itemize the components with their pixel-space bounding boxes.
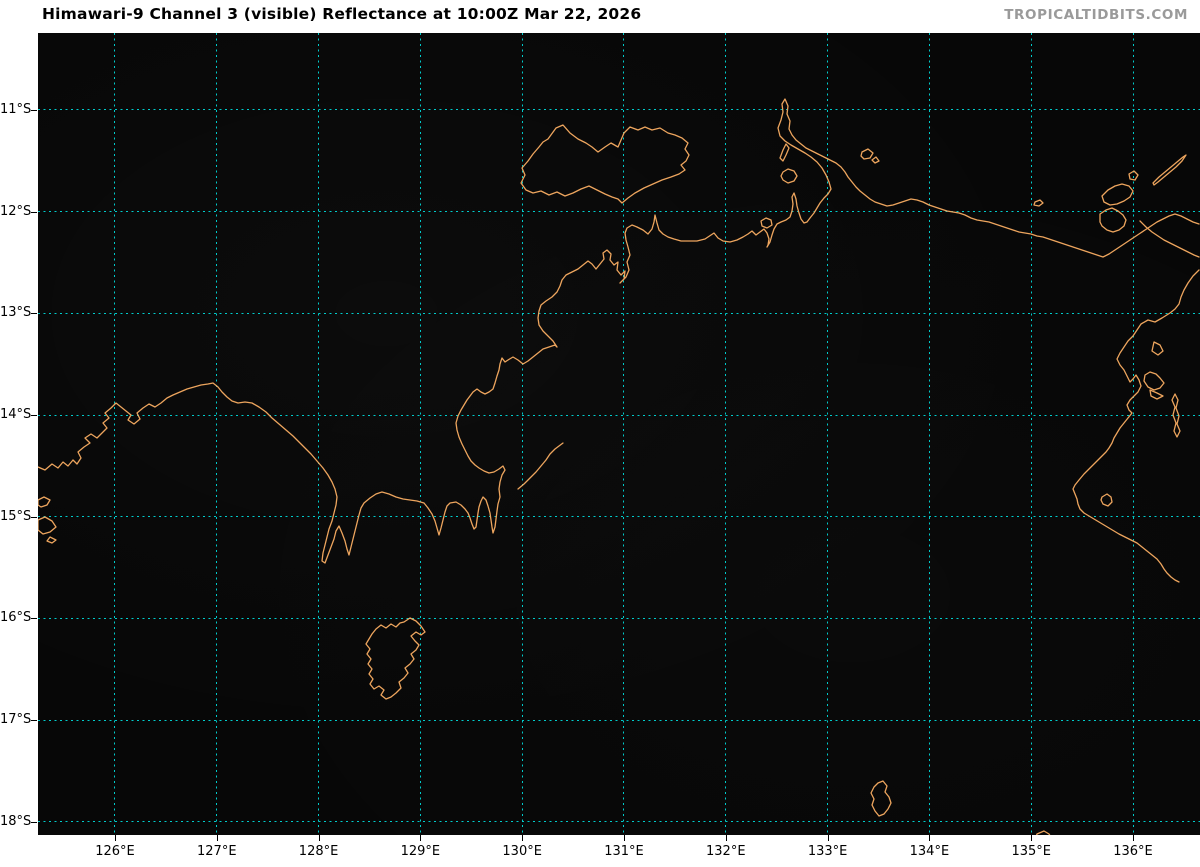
longitude-tick xyxy=(217,835,218,841)
coastline-island-ne-arnhem-b xyxy=(1129,171,1138,180)
latitude-label: 16°S xyxy=(0,610,30,625)
longitude-tick xyxy=(1031,835,1032,841)
longitude-label: 134°E xyxy=(899,844,959,859)
coastline-blue-mud-bay-island-b xyxy=(1150,390,1163,399)
coastline-left-edge-island-a xyxy=(38,497,50,507)
longitude-label: 129°E xyxy=(390,844,450,859)
longitude-tick xyxy=(1133,835,1134,841)
latitude-label: 14°S xyxy=(0,407,30,422)
latitude-tick xyxy=(31,415,37,416)
header-bar: Himawari-9 Channel 3 (visible) Reflectan… xyxy=(0,0,1200,33)
longitude-tick xyxy=(319,835,320,841)
page-title: Himawari-9 Channel 3 (visible) Reflectan… xyxy=(42,5,641,23)
longitude-label: 127°E xyxy=(187,844,247,859)
longitude-tick xyxy=(624,835,625,841)
coastline-lake-argyle xyxy=(366,618,425,699)
coastline-goulburn-island-east xyxy=(872,157,879,163)
longitude-tick xyxy=(420,835,421,841)
latitude-label: 13°S xyxy=(0,305,30,320)
longitude-tick xyxy=(522,835,523,841)
coastline-gove-peninsula-south-shore xyxy=(1140,221,1199,257)
latitude-tick xyxy=(31,110,37,111)
coastline-left-edge-island-b xyxy=(38,517,56,534)
coastline-victoria-river-course xyxy=(518,443,563,489)
longitude-label: 131°E xyxy=(594,844,654,859)
latitude-tick xyxy=(31,212,37,213)
coastline-island-ne-arnhem-a xyxy=(1102,184,1133,205)
longitude-tick xyxy=(828,835,829,841)
coastline-lake-at-bottom-edge xyxy=(1034,831,1052,835)
longitude-label: 126°E xyxy=(85,844,145,859)
coastline-small-island-arnhem-coast xyxy=(1034,200,1043,206)
coastline-coastal-lagoon-alligator-rivers xyxy=(761,218,772,228)
coastline-tiwi-islands xyxy=(521,125,689,203)
longitude-label: 136°E xyxy=(1103,844,1163,859)
coastline-groote-edge-island xyxy=(1172,394,1180,437)
latitude-tick xyxy=(31,517,37,518)
longitude-tick xyxy=(726,835,727,841)
tropicaltidbits-watermark: TROPICALTIDBITS.COM xyxy=(1004,7,1188,23)
latitude-tick xyxy=(31,822,37,823)
longitude-label: 133°E xyxy=(798,844,858,859)
coastline-blue-mud-bay-island-c xyxy=(1152,342,1163,355)
latitude-label: 15°S xyxy=(0,509,30,524)
satellite-map-canvas xyxy=(38,33,1200,835)
latitude-tick xyxy=(31,618,37,619)
coastline-croker-island-spit xyxy=(780,144,789,161)
longitude-tick xyxy=(929,835,930,841)
coastline-island-ne-arnhem-c xyxy=(1100,208,1126,232)
latitude-tick xyxy=(31,313,37,314)
coastline-croker-island xyxy=(781,169,797,183)
coastline-gulf-of-carpentaria-west-coast xyxy=(1073,270,1199,582)
latitude-label: 17°S xyxy=(0,712,30,727)
latitude-label: 18°S xyxy=(0,814,30,829)
coastline-goulburn-island-west xyxy=(861,149,873,159)
longitude-tick xyxy=(115,835,116,841)
latitude-label: 12°S xyxy=(0,204,30,219)
coastline-mainland-kimberley-topend-arnhem-coast xyxy=(38,99,1199,563)
longitude-label: 130°E xyxy=(492,844,552,859)
longitude-label: 128°E xyxy=(289,844,349,859)
satellite-image-page: { "header": { "title": "Himawari-9 Chann… xyxy=(0,0,1200,867)
latitude-tick xyxy=(31,720,37,721)
coastline-overlay xyxy=(38,33,1200,835)
longitude-label: 132°E xyxy=(696,844,756,859)
coastline-lake-woods xyxy=(871,781,891,816)
coastline-blue-mud-bay-island-a xyxy=(1144,372,1164,390)
coastline-left-edge-island-c xyxy=(47,537,56,543)
longitude-label: 135°E xyxy=(1001,844,1061,859)
coastline-small-lake-near-gulf-coast xyxy=(1101,494,1112,506)
coastline-wessel-islands-chain xyxy=(1153,155,1186,185)
latitude-label: 11°S xyxy=(0,102,30,117)
